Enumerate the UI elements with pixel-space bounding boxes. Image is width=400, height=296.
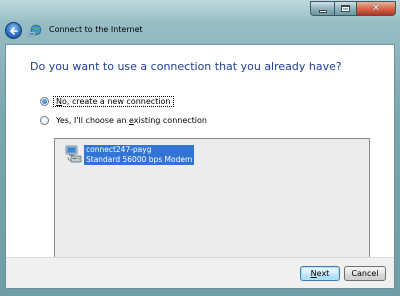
connection-name: connect247-payg xyxy=(86,145,152,154)
wizard-footer: Next Cancel xyxy=(6,258,394,288)
option-use-existing[interactable]: Yes, I'll choose an existing connection xyxy=(40,116,209,125)
minimize-button[interactable] xyxy=(310,1,334,16)
network-globe-icon xyxy=(28,24,42,37)
minimize-icon xyxy=(318,10,327,13)
existing-connections-list[interactable]: connect247-payg Standard 56000 bps Modem xyxy=(54,138,370,261)
cancel-button[interactable]: Cancel xyxy=(344,266,386,281)
wizard-content: Do you want to use a connection that you… xyxy=(5,44,395,289)
option-use-existing-label[interactable]: Yes, I'll choose an existing connection xyxy=(54,116,209,125)
close-icon: ✕ xyxy=(371,2,381,14)
option-create-new[interactable]: No, create a new connection xyxy=(40,96,174,107)
list-item[interactable]: connect247-payg Standard 56000 bps Modem xyxy=(65,145,195,165)
window-frame: ✕ Connect to the Internet Do you want to… xyxy=(0,0,400,296)
option-create-new-label[interactable]: No, create a new connection xyxy=(53,96,174,107)
radio-use-existing[interactable] xyxy=(40,116,49,125)
next-button[interactable]: Next xyxy=(300,266,340,281)
maximize-button[interactable] xyxy=(334,1,356,16)
dialup-connection-icon xyxy=(65,145,82,163)
back-arrow-icon xyxy=(9,26,18,35)
page-heading: Do you want to use a connection that you… xyxy=(30,60,342,73)
connection-label[interactable]: connect247-payg Standard 56000 bps Modem xyxy=(84,145,195,165)
back-button[interactable] xyxy=(5,22,22,39)
close-button[interactable]: ✕ xyxy=(356,1,396,16)
caption-buttons: ✕ xyxy=(310,1,396,16)
window-title: Connect to the Internet xyxy=(49,25,143,34)
connection-device: Standard 56000 bps Modem xyxy=(86,155,193,164)
radio-create-new[interactable] xyxy=(40,97,49,106)
maximize-icon xyxy=(341,5,350,12)
